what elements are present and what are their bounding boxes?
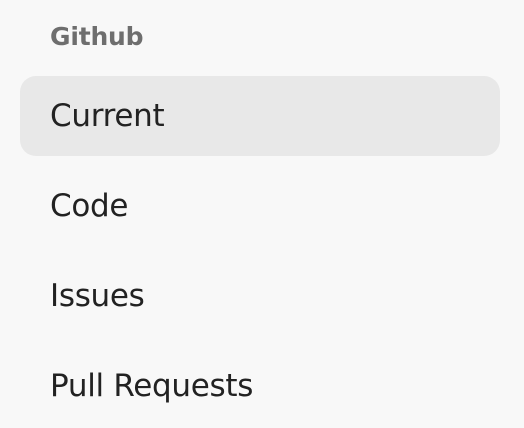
side-navigation: Github Current Code Issues Pull Requests (0, 0, 524, 428)
section-header-github: Github (50, 22, 144, 51)
nav-list: Current Code Issues Pull Requests (20, 76, 500, 426)
nav-item-pull-requests[interactable]: Pull Requests (20, 346, 500, 426)
nav-item-code[interactable]: Code (20, 166, 500, 246)
nav-item-issues[interactable]: Issues (20, 256, 500, 336)
nav-item-current[interactable]: Current (20, 76, 500, 156)
